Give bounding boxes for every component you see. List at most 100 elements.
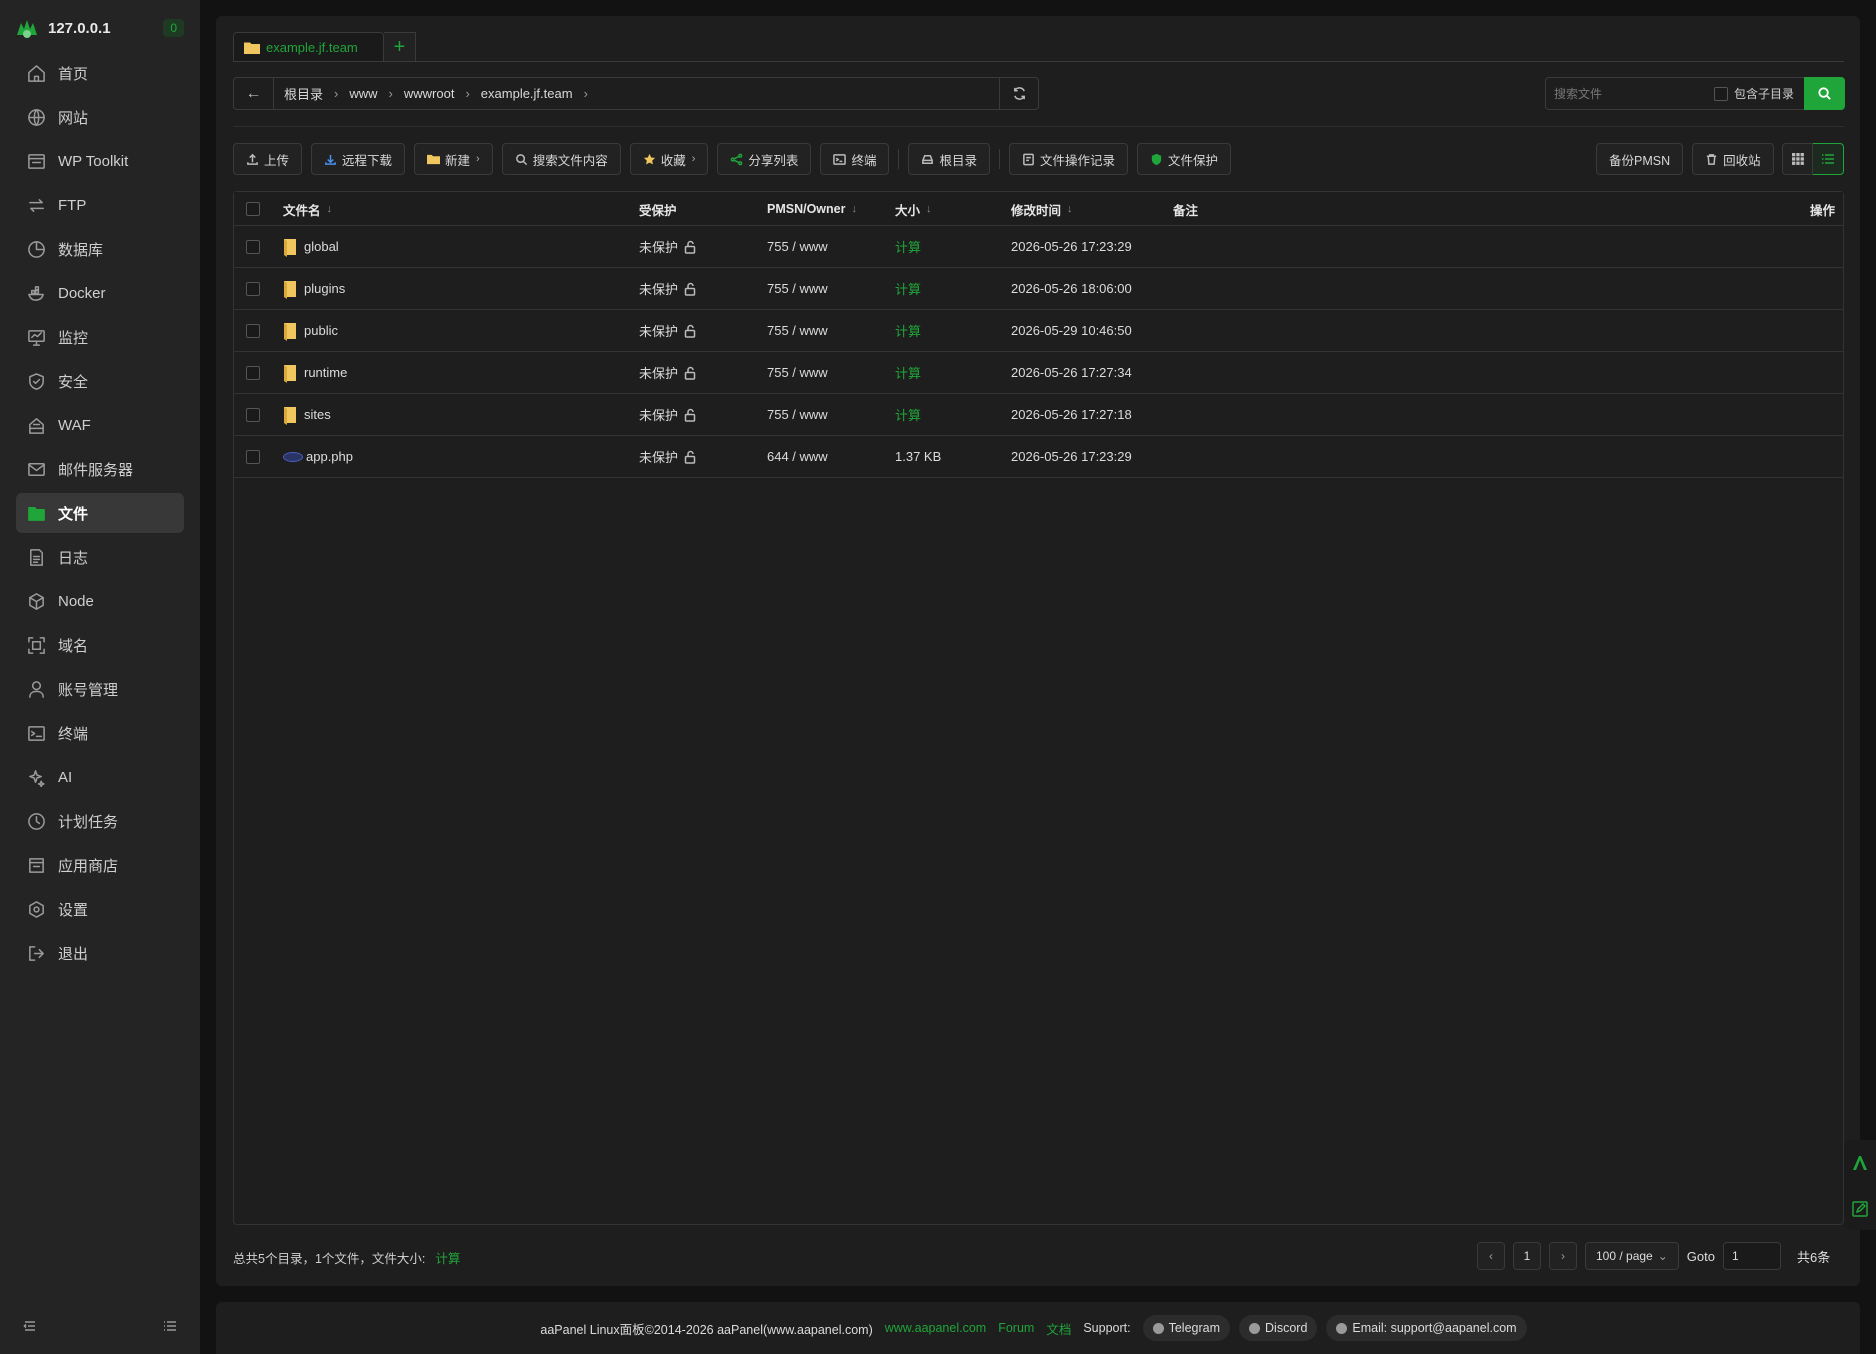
file-name-cell[interactable]: app.php	[283, 436, 353, 477]
file-size[interactable]: 计算	[895, 237, 921, 256]
protection-cell[interactable]: 未保护	[639, 352, 697, 393]
table-row[interactable]: sites 未保护 755 / www 计算 2026-05-26 17:27:18	[234, 394, 1843, 436]
sidebar-item-monitor[interactable]: 监控	[16, 317, 184, 357]
sidebar-item-clock[interactable]: 计划任务	[16, 801, 184, 841]
sidebar-item-docker[interactable]: Docker	[16, 273, 184, 313]
next-page-button[interactable]: ›	[1549, 1242, 1577, 1270]
table-row[interactable]: global 未保护 755 / www 计算 2026-05-26 17:23:29	[234, 226, 1843, 268]
file-size[interactable]: 计算	[895, 279, 921, 298]
sidebar-item-ftp[interactable]: FTP	[16, 185, 184, 225]
sidebar-item-settings[interactable]: 设置	[16, 889, 184, 929]
add-tab-button[interactable]: +	[384, 32, 416, 61]
file-protect-button[interactable]: 文件保护	[1136, 143, 1231, 175]
file-size[interactable]: 计算	[895, 363, 921, 382]
file-name-cell[interactable]: public	[283, 310, 338, 351]
permission-cell[interactable]: 755 / www	[767, 226, 828, 267]
file-name[interactable]: app.php	[306, 449, 353, 464]
sidebar-item-home[interactable]: 首页	[16, 53, 184, 93]
tab-example-jf-team[interactable]: example.jf.team	[233, 32, 384, 61]
list-view-button[interactable]	[1813, 143, 1844, 175]
sidebar-item-user[interactable]: 账号管理	[16, 669, 184, 709]
recycle-bin-button[interactable]: 回收站	[1692, 143, 1774, 175]
row-checkbox[interactable]	[246, 449, 260, 464]
share-list-button[interactable]: 分享列表	[717, 143, 812, 175]
breadcrumb-item[interactable]: example.jf.team	[481, 86, 573, 101]
file-name-cell[interactable]: sites	[283, 394, 331, 435]
sidebar-item-log[interactable]: 日志	[16, 537, 184, 577]
grid-view-button[interactable]	[1782, 143, 1813, 175]
row-checkbox[interactable]	[246, 323, 260, 338]
select-all-checkbox[interactable]	[246, 202, 260, 216]
search-file-input[interactable]	[1546, 86, 1706, 101]
alert-count-badge[interactable]: 0	[163, 19, 184, 37]
header-perm[interactable]: PMSN/Owner ↓	[767, 192, 857, 226]
row-checkbox[interactable]	[246, 365, 260, 380]
sidebar-item-node[interactable]: Node	[16, 581, 184, 621]
back-arrow-icon[interactable]: ←	[234, 78, 274, 109]
root-dir-button[interactable]: 根目录	[908, 143, 990, 175]
sidebar-item-globe[interactable]: 网站	[16, 97, 184, 137]
forum-link[interactable]: Forum	[998, 1321, 1034, 1335]
table-row[interactable]: runtime 未保护 755 / www 计算 2026-05-26 17:27:34	[234, 352, 1843, 394]
subdir-checkbox[interactable]	[1714, 86, 1728, 101]
docs-link[interactable]: 文档	[1046, 1319, 1071, 1338]
op-log-button[interactable]: 文件操作记录	[1008, 143, 1128, 175]
email-link[interactable]: Email: support@aapanel.com	[1326, 1315, 1527, 1341]
calc-total-size-link[interactable]: 计算	[435, 1248, 460, 1267]
include-subdir-checkbox[interactable]: 包含子目录	[1714, 85, 1794, 102]
sidebar-item-folder[interactable]: 文件	[16, 493, 184, 533]
terminal-button[interactable]: 终端	[820, 143, 890, 175]
permission-cell[interactable]: 755 / www	[767, 352, 828, 393]
file-name[interactable]: public	[304, 323, 338, 338]
sidebar-item-shield[interactable]: 安全	[16, 361, 184, 401]
permission-cell[interactable]: 755 / www	[767, 268, 828, 309]
sidebar-item-terminal[interactable]: 终端	[16, 713, 184, 753]
file-size[interactable]: 计算	[895, 405, 921, 424]
sidebar-item-logout[interactable]: 退出	[16, 933, 184, 973]
breadcrumb-item[interactable]: www	[349, 86, 377, 101]
sidebar-item-waf[interactable]: WAF	[16, 405, 184, 445]
goto-page-input[interactable]: 1	[1722, 1242, 1781, 1270]
file-name[interactable]: runtime	[304, 365, 347, 380]
file-name-cell[interactable]: plugins	[283, 268, 345, 309]
file-name[interactable]: plugins	[304, 281, 345, 296]
row-checkbox[interactable]	[246, 239, 260, 254]
sidebar-item-database[interactable]: 数据库	[16, 229, 184, 269]
menu-list-icon[interactable]	[162, 1318, 178, 1337]
header-size[interactable]: 大小 ↓	[895, 192, 932, 226]
prev-page-button[interactable]: ‹	[1477, 1242, 1505, 1270]
permission-cell[interactable]: 755 / www	[767, 394, 828, 435]
telegram-link[interactable]: Telegram	[1142, 1315, 1231, 1341]
table-row[interactable]: public 未保护 755 / www 计算 2026-05-29 10:46:50	[234, 310, 1843, 352]
favorites-button[interactable]: 收藏 ›	[629, 143, 709, 175]
new-button[interactable]: 新建 ›	[414, 143, 493, 175]
discord-link[interactable]: Discord	[1239, 1315, 1318, 1341]
file-size[interactable]: 计算	[895, 321, 921, 340]
file-name-cell[interactable]: runtime	[283, 352, 347, 393]
table-row[interactable]: plugins 未保护 755 / www 计算 2026-05-26 18:06:00	[234, 268, 1843, 310]
permission-cell[interactable]: 755 / www	[767, 310, 828, 351]
collapse-sidebar-icon[interactable]	[22, 1318, 38, 1337]
file-name[interactable]: global	[304, 239, 339, 254]
backup-pmsn-button[interactable]: 备份PMSN	[1596, 143, 1684, 175]
breadcrumb-item[interactable]: wwwroot	[404, 86, 455, 101]
refresh-button[interactable]	[999, 77, 1039, 110]
breadcrumb-item[interactable]: 根目录	[284, 84, 323, 103]
protection-cell[interactable]: 未保护	[639, 394, 697, 435]
file-name[interactable]: sites	[304, 407, 331, 422]
permission-cell[interactable]: 644 / www	[767, 436, 828, 477]
site-link[interactable]: www.aapanel.com	[885, 1321, 986, 1335]
table-row[interactable]: app.php 未保护 644 / www 1.37 KB 2026-05-26 17:…	[234, 436, 1843, 478]
sidebar-item-store[interactable]: 应用商店	[16, 845, 184, 885]
sidebar-item-ai[interactable]: AI	[16, 757, 184, 797]
row-checkbox[interactable]	[246, 407, 260, 422]
feedback-edit-icon[interactable]	[1851, 1200, 1869, 1218]
protection-cell[interactable]: 未保护	[639, 226, 697, 267]
page-number-button[interactable]: 1	[1513, 1242, 1541, 1270]
header-name[interactable]: 文件名 ↓	[283, 192, 332, 226]
header-mtime[interactable]: 修改时间 ↓	[1011, 192, 1073, 226]
protection-cell[interactable]: 未保护	[639, 310, 697, 351]
file-name-cell[interactable]: global	[283, 226, 339, 267]
protection-cell[interactable]: 未保护	[639, 268, 697, 309]
search-content-button[interactable]: 搜索文件内容	[501, 143, 621, 175]
